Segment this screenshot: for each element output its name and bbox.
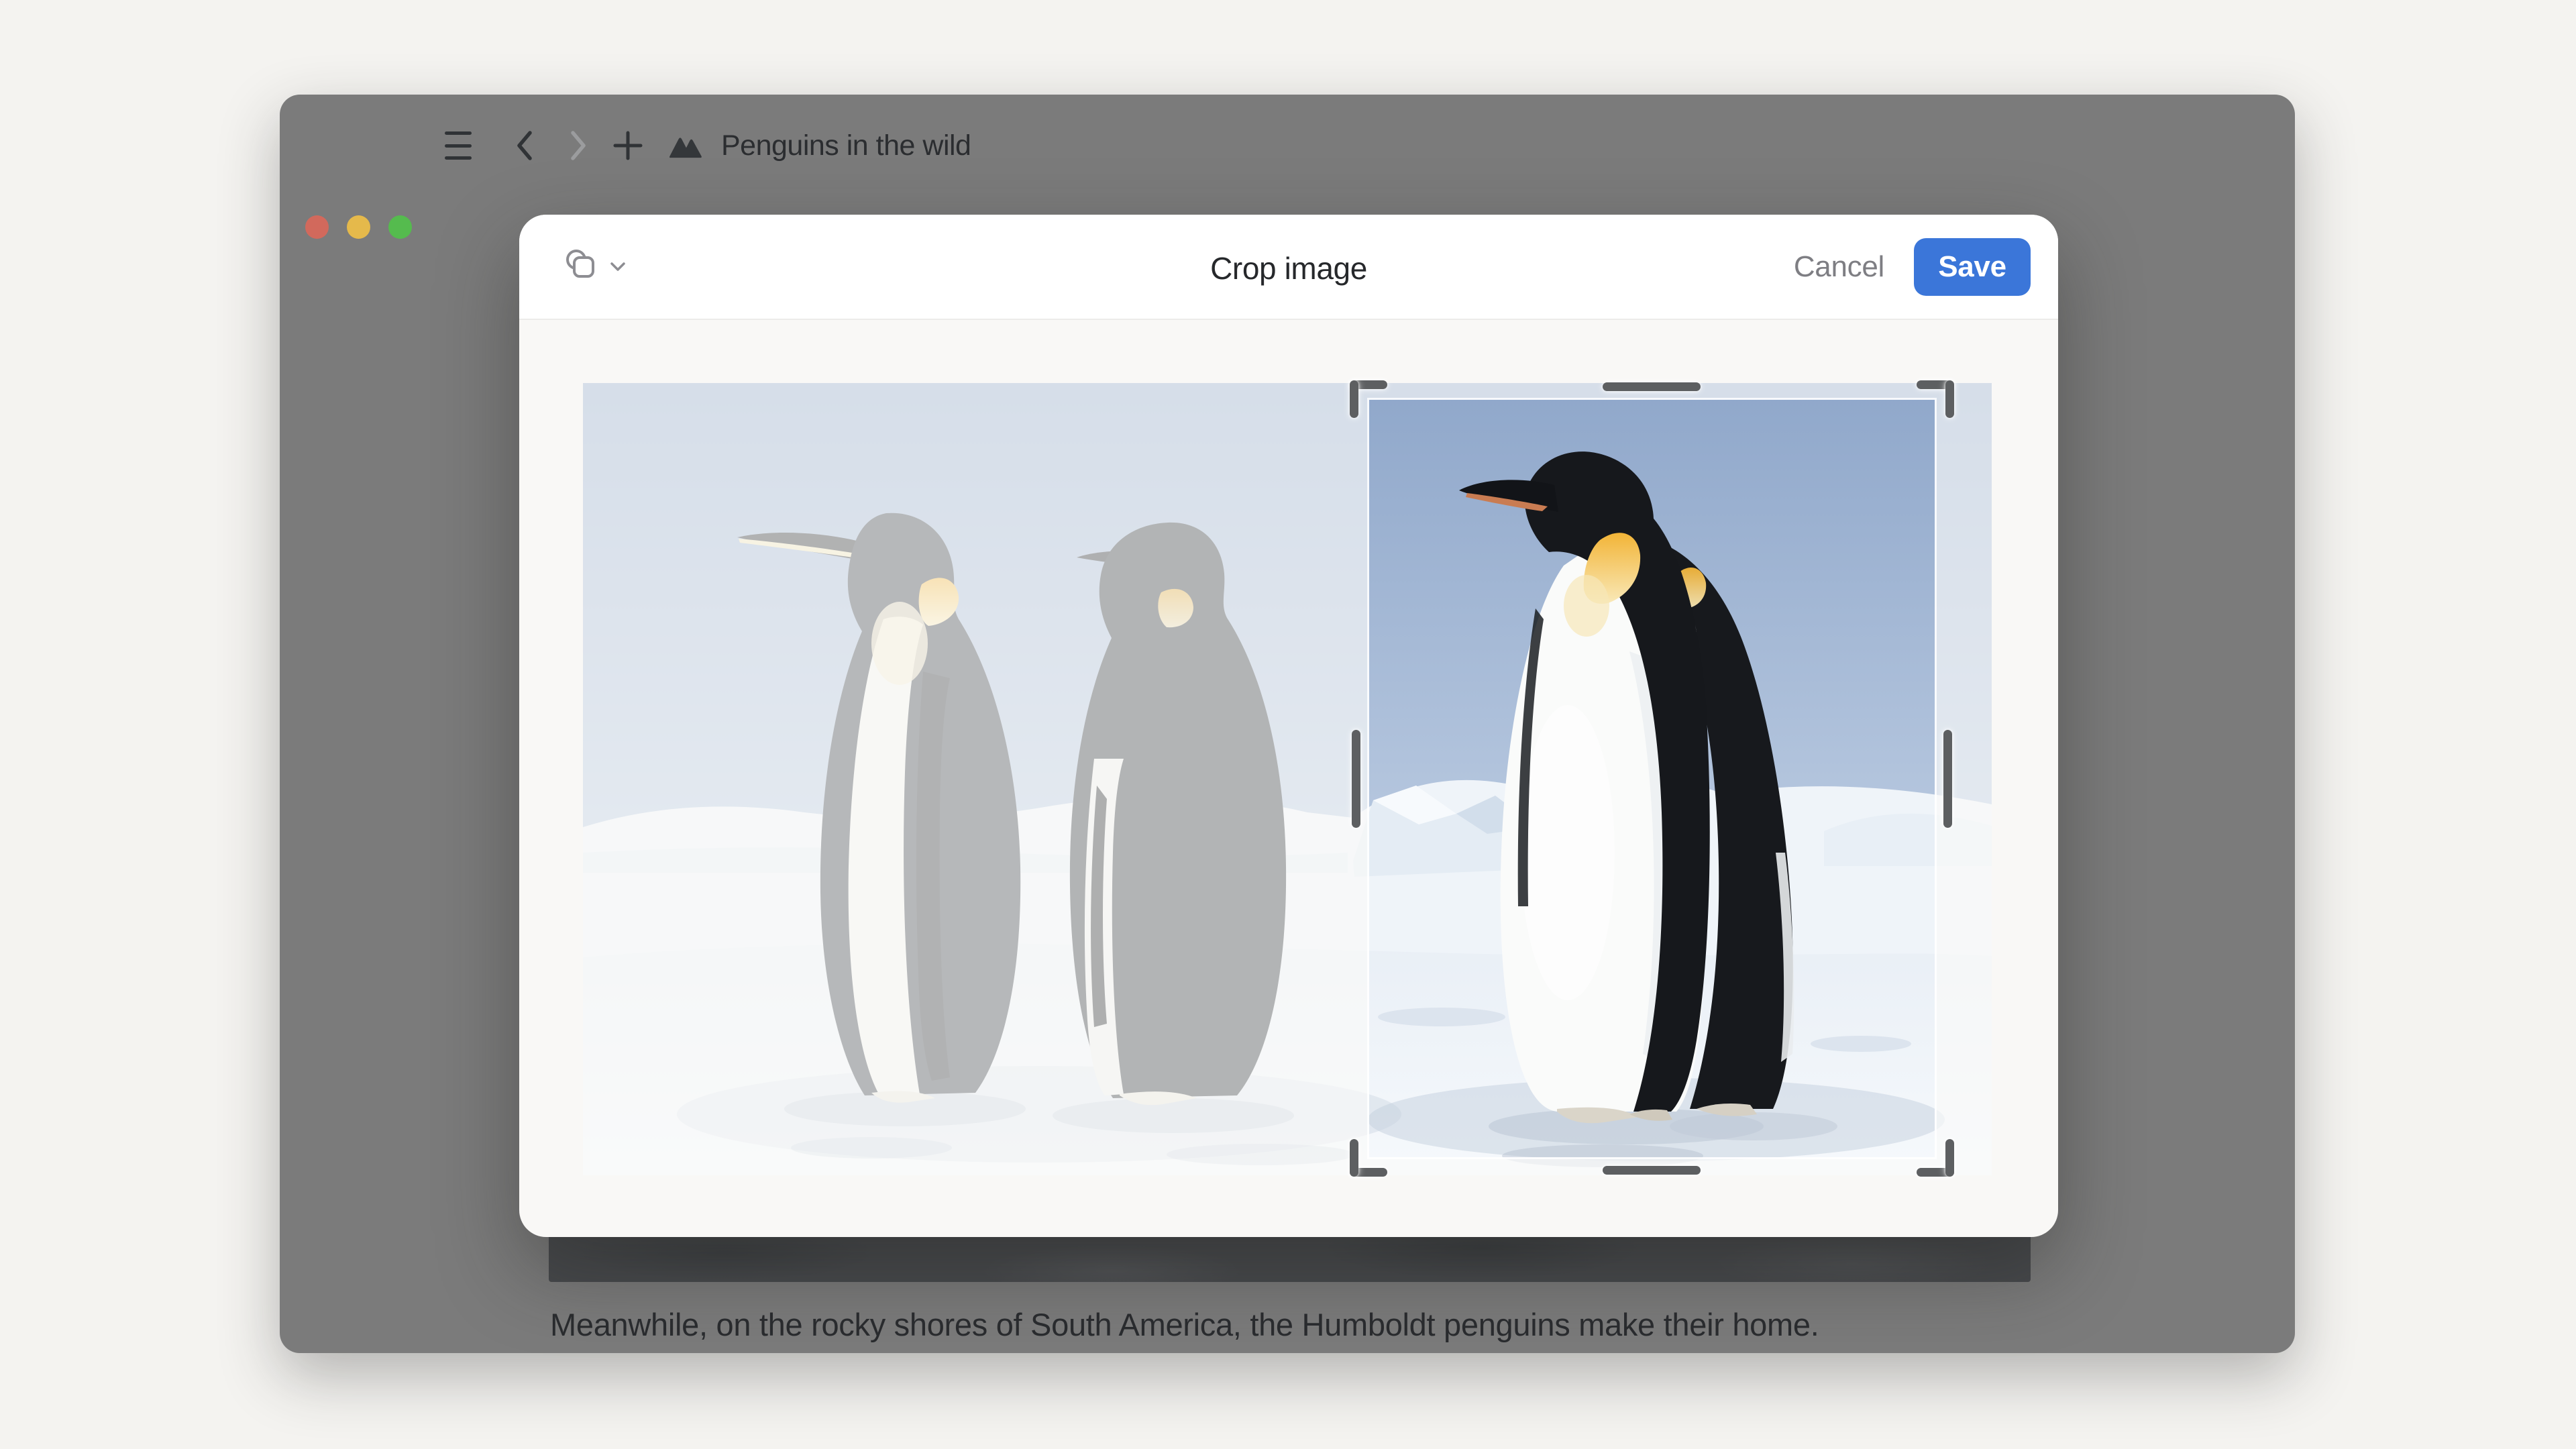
mountains-icon	[667, 132, 704, 160]
document-caption: Meanwhile, on the rocky shores of South …	[550, 1306, 1819, 1343]
crop-selection[interactable]	[1367, 398, 1937, 1159]
crop-canvas	[583, 383, 1992, 1175]
crop-dialog-header: Crop image Cancel Save	[519, 215, 2058, 320]
crop-dialog: Crop image Cancel Save	[519, 215, 2058, 1237]
crop-handle-bottom[interactable]	[1603, 1166, 1701, 1175]
plus-icon[interactable]	[613, 131, 643, 160]
document-image-bottom	[549, 1237, 2031, 1282]
menu-icon[interactable]	[445, 131, 472, 160]
crop-handle-bottom-left[interactable]	[1350, 1139, 1358, 1177]
page-title: Penguins in the wild	[721, 130, 971, 161]
cancel-button[interactable]: Cancel	[1794, 250, 1884, 284]
crop-handle-left[interactable]	[1352, 730, 1360, 828]
zoom-window-button[interactable]	[388, 215, 412, 239]
crop-handle-bottom-right[interactable]	[1945, 1139, 1954, 1177]
close-window-button[interactable]	[305, 215, 329, 239]
chevron-right-icon[interactable]	[566, 129, 591, 162]
screen: Penguins in the wild Meanwhile, on the r…	[0, 0, 2576, 1449]
crop-handle-top[interactable]	[1603, 382, 1701, 391]
crop-handle-top-left[interactable]	[1350, 380, 1358, 418]
save-button[interactable]: Save	[1914, 238, 2031, 296]
dialog-actions: Cancel Save	[1794, 215, 2031, 319]
minimize-window-button[interactable]	[347, 215, 370, 239]
crop-handle-top-right[interactable]	[1945, 380, 1954, 418]
crop-handle-right[interactable]	[1943, 730, 1952, 828]
chevron-left-icon[interactable]	[512, 129, 537, 162]
